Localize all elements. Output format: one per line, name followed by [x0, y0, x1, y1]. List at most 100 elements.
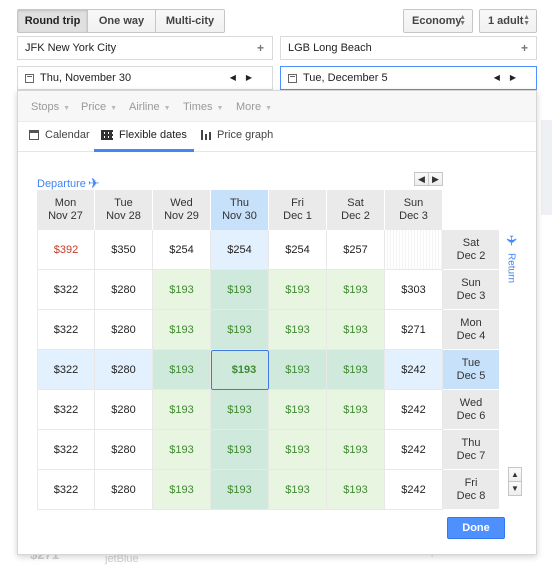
price-cell[interactable]: $193 [327, 310, 385, 350]
tab-calendar[interactable]: Calendar [29, 129, 90, 152]
row-date: Dec 5 [456, 369, 486, 382]
round-trip-button[interactable]: Round trip [17, 9, 88, 33]
price-cell[interactable]: $193 [269, 310, 327, 350]
return-date-header[interactable]: Sat Dec 2 [443, 230, 499, 270]
tab-flexible-dates[interactable]: Flexible dates [94, 129, 194, 152]
return-label-text: Return [505, 253, 517, 284]
multi-city-button[interactable]: Multi-city [155, 9, 225, 33]
done-button[interactable]: Done [447, 517, 505, 539]
price-cell[interactable]: $193 [269, 350, 327, 390]
return-date-header[interactable]: Sun Dec 3 [443, 270, 499, 310]
price-cell[interactable]: $193 [327, 470, 385, 510]
prev-dates-button[interactable]: ◀ [414, 172, 429, 186]
price-cell[interactable]: $193 [211, 350, 269, 390]
price-cell[interactable]: $193 [269, 390, 327, 430]
price-cell[interactable]: $193 [327, 350, 385, 390]
next-return-dates-button[interactable]: ▼ [508, 481, 522, 496]
filter-more[interactable]: More ▼ [236, 101, 272, 113]
row-date: Dec 3 [456, 289, 486, 302]
price-cell[interactable]: $350 [95, 230, 153, 270]
destination-field[interactable]: LGB Long Beach + [280, 36, 537, 60]
return-date-header[interactable]: Fri Dec 8 [443, 470, 499, 510]
prev-return-dates-button[interactable]: ▲ [508, 467, 522, 482]
price-cell[interactable]: $280 [95, 350, 153, 390]
price-cell[interactable]: $193 [327, 390, 385, 430]
price-cell[interactable]: $242 [385, 350, 443, 390]
date-nav-arrows-icon[interactable]: ◀▶ [230, 73, 262, 82]
departure-date-header[interactable]: Fri Dec 1 [269, 190, 327, 230]
filter-stops[interactable]: Stops ▼ [31, 101, 70, 113]
price-cell[interactable]: $193 [211, 470, 269, 510]
price-cell[interactable]: $193 [327, 430, 385, 470]
row-date: Dec 7 [456, 449, 486, 462]
price-cell[interactable]: $322 [37, 390, 95, 430]
departure-date-header[interactable]: Wed Nov 29 [153, 190, 211, 230]
price-cell[interactable]: $242 [385, 390, 443, 430]
header-date: Nov 30 [222, 210, 257, 222]
header-date: Dec 3 [399, 210, 428, 222]
price-cell[interactable]: $193 [211, 390, 269, 430]
departure-date-header[interactable]: Sat Dec 2 [327, 190, 385, 230]
price-cell[interactable]: $254 [153, 230, 211, 270]
price-cell[interactable]: $193 [269, 270, 327, 310]
price-cell[interactable]: $193 [153, 430, 211, 470]
price-cell[interactable]: $193 [327, 270, 385, 310]
price-cell[interactable]: $193 [211, 310, 269, 350]
return-date-field[interactable]: Tue, December 5 ◀▶ [280, 66, 537, 90]
row-date: Dec 6 [456, 409, 486, 422]
departure-date-header[interactable]: Mon Nov 27 [37, 190, 95, 230]
filter-price[interactable]: Price ▼ [81, 101, 117, 113]
return-date-header[interactable]: Thu Dec 7 [443, 430, 499, 470]
price-cell[interactable]: $322 [37, 310, 95, 350]
origin-field[interactable]: JFK New York City + [17, 36, 273, 60]
price-cell[interactable]: $280 [95, 310, 153, 350]
price-cell[interactable]: $242 [385, 430, 443, 470]
price-cell[interactable]: $303 [385, 270, 443, 310]
price-cell[interactable]: $193 [153, 470, 211, 510]
destination-value: LGB Long Beach [288, 42, 372, 54]
passengers-select[interactable]: 1 adult ▲ ▼ [479, 9, 537, 33]
price-cell[interactable]: $271 [385, 310, 443, 350]
price-cell[interactable]: $322 [37, 350, 95, 390]
departure-date-header[interactable]: Sun Dec 3 [385, 190, 443, 230]
filter-times[interactable]: Times ▼ [183, 101, 223, 113]
return-date-header[interactable]: Mon Dec 4 [443, 310, 499, 350]
departure-date-header[interactable]: Thu Nov 30 [211, 190, 269, 230]
next-dates-button[interactable]: ▶ [428, 172, 443, 186]
cabin-select[interactable]: Economy ▲ ▼ [403, 9, 473, 33]
row-day: Tue [461, 356, 481, 369]
add-origin-icon[interactable]: + [257, 41, 264, 55]
price-cell[interactable]: $193 [153, 350, 211, 390]
price-cell[interactable]: $193 [211, 270, 269, 310]
price-cell[interactable]: $193 [269, 430, 327, 470]
price-cell[interactable]: $193 [153, 310, 211, 350]
row-day: Sat [462, 236, 480, 249]
return-date-header[interactable]: Wed Dec 6 [443, 390, 499, 430]
price-cell[interactable]: $280 [95, 470, 153, 510]
tab-price-graph[interactable]: Price graph [201, 129, 273, 152]
date-nav-arrows-icon[interactable]: ◀▶ [494, 73, 526, 82]
price-cell[interactable]: $254 [211, 230, 269, 270]
header-day: Tue [114, 197, 133, 209]
calendar-icon [25, 73, 34, 83]
price-cell[interactable]: $242 [385, 470, 443, 510]
price-cell[interactable]: $193 [153, 390, 211, 430]
price-cell[interactable]: $280 [95, 270, 153, 310]
depart-date-field[interactable]: Thu, November 30 ◀▶ [17, 66, 273, 90]
price-cell[interactable]: $193 [153, 270, 211, 310]
price-cell[interactable]: $322 [37, 270, 95, 310]
price-cell[interactable]: $254 [269, 230, 327, 270]
price-cell[interactable]: $392 [37, 230, 95, 270]
departure-date-header[interactable]: Tue Nov 28 [95, 190, 153, 230]
price-cell[interactable]: $193 [269, 470, 327, 510]
return-date-header[interactable]: Tue Dec 5 [443, 350, 499, 390]
price-cell[interactable]: $280 [95, 430, 153, 470]
price-cell[interactable]: $280 [95, 390, 153, 430]
price-cell[interactable]: $193 [211, 430, 269, 470]
price-cell[interactable]: $322 [37, 430, 95, 470]
add-destination-icon[interactable]: + [521, 41, 528, 55]
price-cell[interactable]: $322 [37, 470, 95, 510]
price-cell[interactable]: $257 [327, 230, 385, 270]
filter-airline[interactable]: Airline ▼ [129, 101, 171, 113]
one-way-button[interactable]: One way [87, 9, 156, 33]
